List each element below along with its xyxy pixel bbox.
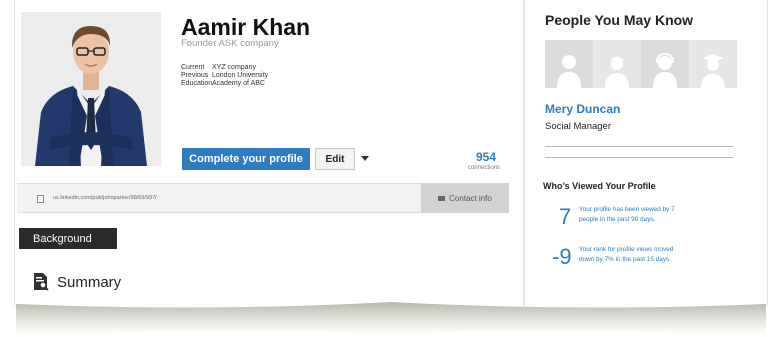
suggested-avatars [545, 40, 737, 88]
rank-change-line2: down by 7% in the past 15 days. [579, 256, 672, 263]
profile-views-count[interactable]: 7 [559, 204, 571, 230]
detail-row-current: Current XYZ company [181, 64, 268, 72]
suggested-person-name[interactable]: Mery Duncan [545, 102, 620, 116]
card-shadow [16, 302, 766, 337]
detail-key: Current [181, 64, 205, 71]
profile-photo-image [21, 12, 161, 166]
detail-key: Previous [181, 72, 209, 79]
sidebar-card: People You May Know Mery Duncan Social M… [524, 0, 768, 306]
profile-headline: Founder ASK company [181, 38, 279, 49]
detail-value[interactable]: London University [212, 72, 268, 80]
profile-views-line1: Your profile has been viewed by 7 [579, 206, 675, 213]
profile-name: Aamir Khan [181, 14, 311, 40]
rank-change-text[interactable]: Your rank for profile views moved down b… [579, 245, 673, 265]
rank-change-line1: Your rank for profile views moved [579, 246, 674, 253]
complete-profile-button[interactable]: Complete your profile [182, 148, 310, 170]
contact-card-icon [438, 195, 446, 201]
profile-card: Aamir Khan Founder ASK company Current X… [14, 0, 524, 306]
connections-label: connections [467, 165, 500, 171]
background-tab[interactable]: Background [19, 228, 117, 249]
edit-button[interactable]: Edit [315, 148, 355, 170]
profile-views-line2: people in the past 90 days. [579, 216, 656, 223]
who-viewed-title: Who’s Viewed Your Profile [543, 181, 656, 191]
profile-views-text[interactable]: Your profile has been viewed by 7 people… [579, 205, 675, 225]
chevron-down-icon[interactable] [361, 156, 369, 161]
connections-count[interactable]: 954 [476, 150, 496, 164]
graduate-avatar-icon[interactable] [689, 40, 737, 88]
people-you-may-know-title: People You May Know [545, 12, 694, 28]
detail-value[interactable]: Academy of ABC [212, 80, 265, 88]
detail-value[interactable]: XYZ company [212, 64, 256, 72]
profile-photo[interactable] [21, 12, 161, 166]
contact-info-label: Contact info [449, 193, 492, 203]
divider [545, 146, 733, 147]
public-url-bar: us.linkedin.com/pub/johnparker/98/65/937… [17, 183, 491, 213]
headset-avatar-icon[interactable] [641, 40, 689, 88]
detail-row-education: Education Academy of ABC [181, 80, 268, 88]
summary-heading[interactable]: Summary [57, 274, 121, 291]
person-avatar-icon[interactable] [545, 40, 593, 88]
detail-row-previous: Previous London University [181, 72, 268, 80]
suggested-person-role: Social Manager [545, 121, 612, 132]
document-icon [37, 195, 44, 203]
summary-document-search-icon [34, 273, 49, 291]
profile-details: Current XYZ company Previous London Univ… [181, 64, 268, 88]
detail-key: Education [181, 80, 213, 87]
public-profile-url[interactable]: us.linkedin.com/pub/johnparker/98/65/937… [53, 195, 157, 201]
worker-avatar-icon[interactable] [593, 40, 641, 88]
divider [545, 157, 733, 158]
contact-info-button[interactable]: Contact info [421, 183, 509, 213]
rank-change-value[interactable]: -9 [552, 244, 572, 270]
